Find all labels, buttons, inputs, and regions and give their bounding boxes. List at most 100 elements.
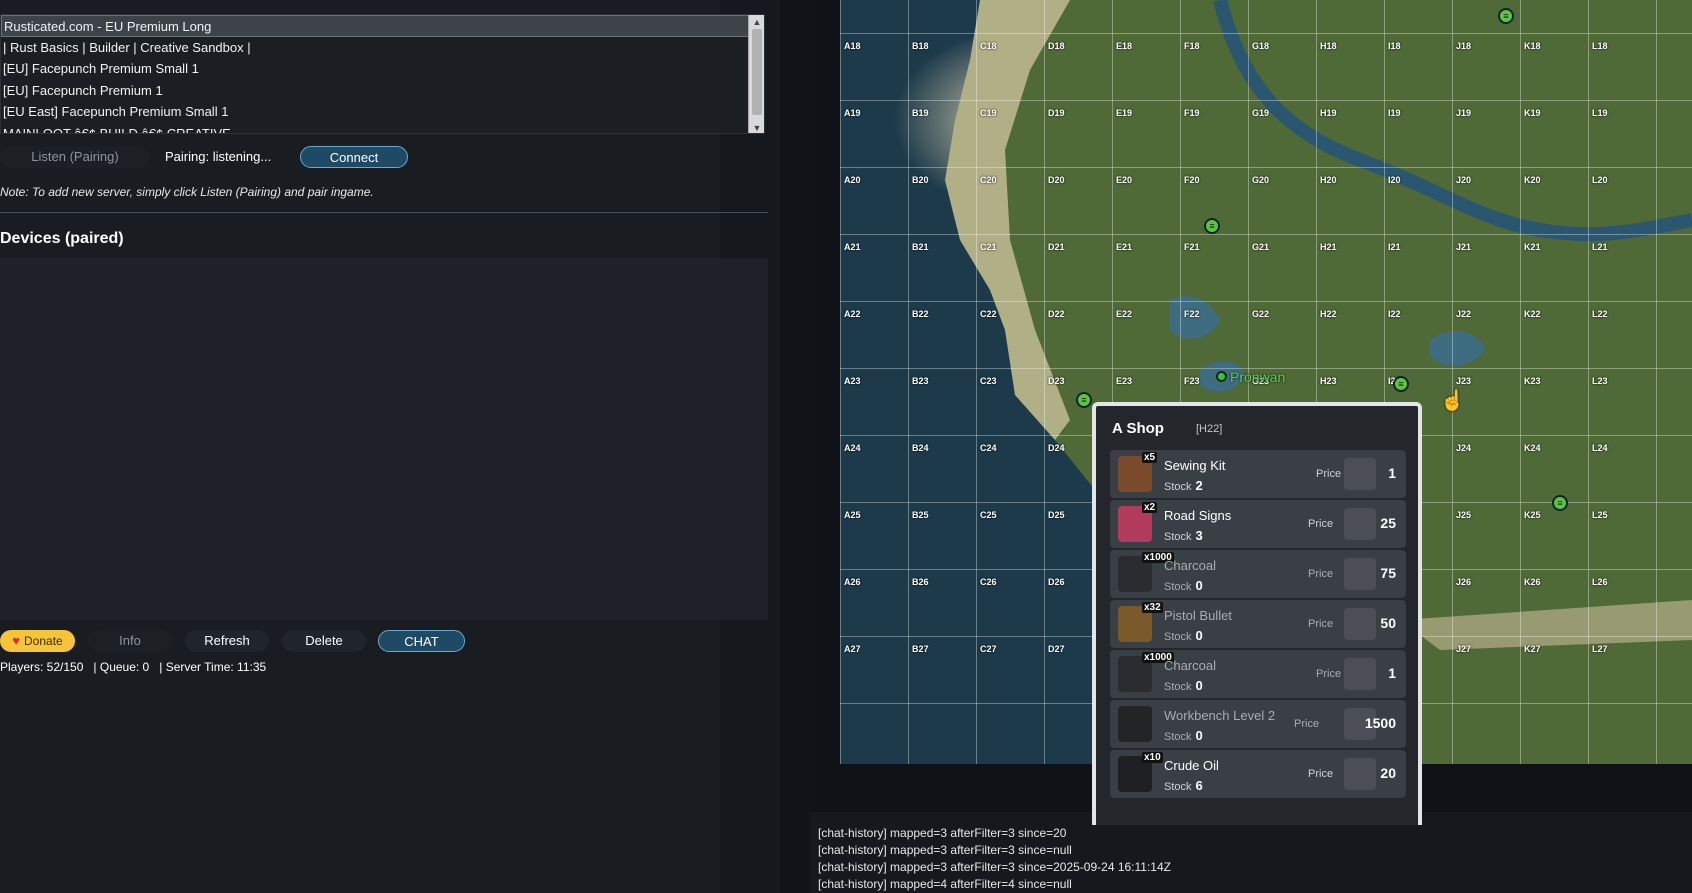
donate-label: Donate	[24, 634, 63, 648]
donate-button[interactable]: ♥ Donate	[0, 630, 75, 652]
item-icon	[1118, 706, 1152, 742]
refresh-button[interactable]: Refresh	[185, 630, 269, 652]
shop-item-row[interactable]: x2 Road Signs Stock 3 Price 25	[1110, 500, 1406, 548]
price-item-icon	[1344, 608, 1376, 640]
grid-cell-label: B23	[912, 376, 929, 386]
grid-cell-label: J21	[1456, 242, 1472, 252]
grid-cell-label: C21	[980, 242, 997, 252]
server-item[interactable]: MAINLOOT â€¢ BUILD â€¢ CREATIVE	[1, 123, 764, 134]
grid-cell-label: G21	[1252, 242, 1270, 252]
grid-cell-label: H21	[1320, 242, 1337, 252]
grid-line	[1452, 0, 1453, 764]
grid-cell-label: I21	[1388, 242, 1401, 252]
price-label: Price	[1308, 568, 1334, 580]
listen-pairing-button[interactable]: Listen (Pairing)	[0, 146, 150, 168]
grid-cell-label: D21	[1048, 242, 1065, 252]
item-stock: Stock 0	[1164, 678, 1203, 693]
item-name: Workbench Level 2	[1164, 708, 1276, 723]
grid-cell-label: K22	[1524, 309, 1541, 319]
grid-cell-label: K23	[1524, 376, 1541, 386]
grid-cell-label: A26	[844, 577, 861, 587]
connect-button[interactable]: Connect	[300, 146, 408, 168]
shop-item-row[interactable]: x1000 Charcoal Stock 0 Price 1	[1110, 650, 1406, 698]
action-row: ♥ Donate Info Refresh Delete CHAT	[0, 630, 720, 652]
grid-cell-label: C26	[980, 577, 997, 587]
grid-cell-label: C24	[980, 443, 997, 453]
shop-item-row[interactable]: Workbench Level 2 Stock 0 Price 1500	[1110, 700, 1406, 748]
scroll-down-icon[interactable]: ▼	[749, 123, 764, 133]
server-item[interactable]: | Rust Basics | Builder | Creative Sandb…	[1, 37, 764, 59]
grid-cell-label: A25	[844, 510, 861, 520]
panel-separator	[780, 0, 810, 893]
grid-cell-label: B26	[912, 577, 929, 587]
grid-cell-label: D26	[1048, 577, 1065, 587]
scroll-up-icon[interactable]: ▲	[749, 17, 764, 27]
price-value: 1	[1388, 665, 1396, 681]
grid-cell-label: J26	[1456, 577, 1472, 587]
stock-label: Stock	[1164, 681, 1192, 693]
shop-item-row[interactable]: x32 Pistol Bullet Stock 0 Price 50	[1110, 600, 1406, 648]
shop-marker-icon[interactable]: ≡	[1393, 376, 1409, 392]
grid-cell-label: F22	[1184, 309, 1200, 319]
server-item[interactable]: Rusticated.com - EU Premium Long	[1, 15, 764, 37]
item-stock: Stock 0	[1164, 628, 1203, 643]
grid-cell-label: A21	[844, 242, 861, 252]
chat-button[interactable]: CHAT	[378, 630, 465, 652]
grid-cell-label: E20	[1116, 175, 1133, 185]
devices-list[interactable]	[0, 258, 768, 620]
shop-marker-icon[interactable]: ≡	[1552, 495, 1568, 511]
grid-cell-label: I18	[1388, 41, 1401, 51]
player-name-label: Pronwan	[1230, 369, 1286, 385]
grid-cell-label: K21	[1524, 242, 1541, 252]
grid-cell-label: J22	[1456, 309, 1472, 319]
shop-item-row[interactable]: x10 Crude Oil Stock 6 Price 20	[1110, 750, 1406, 798]
grid-line	[840, 301, 1692, 302]
devices-title: Devices (paired)	[0, 230, 124, 247]
shop-marker-icon[interactable]: ≡	[1076, 392, 1092, 408]
stock-label: Stock	[1164, 781, 1192, 793]
grid-cell-label: A19	[844, 108, 861, 118]
price-value: 25	[1380, 515, 1396, 531]
server-item[interactable]: [EU East] Facepunch Premium Small 1	[1, 101, 764, 123]
price-label: Price	[1316, 468, 1342, 480]
grid-cell-label: B25	[912, 510, 929, 520]
grid-cell-label: J23	[1456, 376, 1472, 386]
grid-cell-label: A23	[844, 376, 861, 386]
item-stock: Stock 3	[1164, 528, 1203, 543]
item-quantity: x5	[1142, 452, 1158, 463]
grid-cell-label: G20	[1252, 175, 1270, 185]
shop-marker-icon[interactable]: ≡	[1498, 8, 1514, 24]
shop-marker-icon[interactable]: ≡	[1204, 218, 1220, 234]
grid-cell-label: G18	[1252, 41, 1270, 51]
grid-cell-label: F18	[1184, 41, 1200, 51]
shop-item-row[interactable]: x5 Sewing Kit Stock 2 Price 1	[1110, 450, 1406, 498]
server-time: | Server Time: 11:35	[159, 660, 267, 674]
stock-label: Stock	[1164, 481, 1192, 493]
grid-cell-label: C22	[980, 309, 997, 319]
server-list-scrollbar[interactable]: ▲ ▼	[748, 15, 764, 133]
grid-cell-label: E21	[1116, 242, 1133, 252]
stock-label: Stock	[1164, 631, 1192, 643]
grid-cell-label: J27	[1456, 644, 1472, 654]
player-marker	[1216, 371, 1227, 382]
grid-cell-label: K25	[1524, 510, 1541, 520]
server-item[interactable]: [EU] Facepunch Premium 1	[1, 80, 764, 102]
server-item[interactable]: [EU] Facepunch Premium Small 1	[1, 58, 764, 80]
delete-button[interactable]: Delete	[282, 630, 366, 652]
scroll-thumb[interactable]	[752, 29, 762, 115]
item-name: Charcoal	[1164, 558, 1217, 573]
info-button[interactable]: Info	[88, 630, 172, 652]
item-name: Crude Oil	[1164, 758, 1219, 773]
grid-cell-label: L19	[1592, 108, 1608, 118]
grid-cell-label: E18	[1116, 41, 1133, 51]
price-value: 50	[1380, 615, 1396, 631]
grid-cell-label: K27	[1524, 644, 1541, 654]
server-list[interactable]: Rusticated.com - EU Premium Long | Rust …	[0, 14, 765, 134]
grid-cell-label: D18	[1048, 41, 1065, 51]
pairing-note: Note: To add new server, simply click Li…	[0, 185, 374, 199]
shop-item-row[interactable]: x1000 Charcoal Stock 0 Price 75	[1110, 550, 1406, 598]
grid-cell-label: H18	[1320, 41, 1337, 51]
grid-line	[1656, 0, 1657, 764]
stock-label: Stock	[1164, 531, 1192, 543]
hand-cursor-icon: ☝	[1440, 390, 1465, 412]
